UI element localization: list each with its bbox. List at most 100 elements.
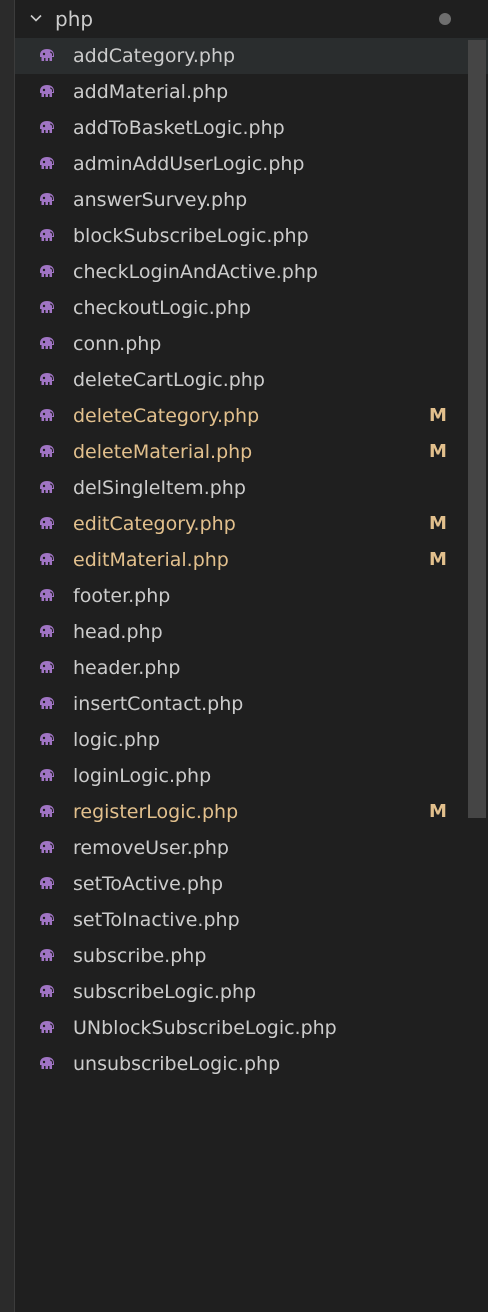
file-name: checkoutLogic.php <box>73 297 251 319</box>
git-status-badge: M <box>429 549 447 570</box>
folder-php[interactable]: php <box>15 0 488 38</box>
file-name: unsubscribeLogic.php <box>73 1053 281 1075</box>
changes-dot-icon <box>439 13 451 25</box>
php-elephant-icon <box>37 406 57 426</box>
folder-name: php <box>55 7 94 31</box>
file-name: setToActive.php <box>73 873 224 895</box>
php-elephant-icon <box>37 1018 57 1038</box>
php-elephant-icon <box>37 118 57 138</box>
file-item[interactable]: head.php <box>15 614 488 650</box>
file-name: deleteMaterial.php <box>73 441 253 463</box>
file-item[interactable]: editMaterial.php M <box>15 542 488 578</box>
file-item[interactable]: unsubscribeLogic.php <box>15 1046 488 1082</box>
file-item[interactable]: checkLoginAndActive.php <box>15 254 488 290</box>
git-status-badge: M <box>429 513 447 534</box>
file-item[interactable]: header.php <box>15 650 488 686</box>
file-item[interactable]: delSingleItem.php <box>15 470 488 506</box>
file-name: deleteCategory.php <box>73 405 260 427</box>
file-item[interactable]: deleteCategory.php M <box>15 398 488 434</box>
file-name: footer.php <box>73 585 171 607</box>
file-name: editMaterial.php <box>73 549 229 571</box>
php-elephant-icon <box>37 694 57 714</box>
file-name: UNblockSubscribeLogic.php <box>73 1017 337 1039</box>
file-item[interactable]: setToActive.php <box>15 866 488 902</box>
file-item[interactable]: adminAddUserLogic.php <box>15 146 488 182</box>
php-elephant-icon <box>37 46 57 66</box>
file-name: removeUser.php <box>73 837 229 859</box>
php-elephant-icon <box>37 334 57 354</box>
file-item[interactable]: conn.php <box>15 326 488 362</box>
file-name: adminAddUserLogic.php <box>73 153 305 175</box>
file-name: setToInactive.php <box>73 909 240 931</box>
php-elephant-icon <box>37 550 57 570</box>
git-status-badge: M <box>429 405 447 426</box>
php-elephant-icon <box>37 82 57 102</box>
php-elephant-icon <box>37 586 57 606</box>
file-name: registerLogic.php <box>73 801 239 823</box>
git-status-badge: M <box>429 441 447 462</box>
file-name: header.php <box>73 657 181 679</box>
php-elephant-icon <box>37 154 57 174</box>
file-item[interactable]: deleteCartLogic.php <box>15 362 488 398</box>
php-elephant-icon <box>37 946 57 966</box>
file-item[interactable]: setToInactive.php <box>15 902 488 938</box>
php-elephant-icon <box>37 190 57 210</box>
file-item[interactable]: editCategory.php M <box>15 506 488 542</box>
file-item[interactable]: registerLogic.php M <box>15 794 488 830</box>
file-list: addCategory.php addMaterial.php addToBaske… <box>15 38 488 1082</box>
php-elephant-icon <box>37 838 57 858</box>
file-name: addToBasketLogic.php <box>73 117 285 139</box>
php-elephant-icon <box>37 802 57 822</box>
file-name: subscribeLogic.php <box>73 981 257 1003</box>
file-item[interactable]: checkoutLogic.php <box>15 290 488 326</box>
php-elephant-icon <box>37 442 57 462</box>
file-item[interactable]: addCategory.php <box>15 38 488 74</box>
file-item[interactable]: answerSurvey.php <box>15 182 488 218</box>
file-item[interactable]: blockSubscribeLogic.php <box>15 218 488 254</box>
file-name: insertContact.php <box>73 693 244 715</box>
file-name: blockSubscribeLogic.php <box>73 225 309 247</box>
file-item[interactable]: footer.php <box>15 578 488 614</box>
php-elephant-icon <box>37 1054 57 1074</box>
php-elephant-icon <box>37 226 57 246</box>
file-item[interactable]: logic.php <box>15 722 488 758</box>
file-name: deleteCartLogic.php <box>73 369 265 391</box>
file-item[interactable]: UNblockSubscribeLogic.php <box>15 1010 488 1046</box>
file-explorer: php addCategory.php addMaterial.php addToB… <box>15 0 488 1312</box>
php-elephant-icon <box>37 982 57 1002</box>
file-item[interactable]: deleteMaterial.php M <box>15 434 488 470</box>
file-item[interactable]: loginLogic.php <box>15 758 488 794</box>
chevron-down-icon <box>30 14 42 22</box>
php-elephant-icon <box>37 262 57 282</box>
php-elephant-icon <box>37 478 57 498</box>
file-name: logic.php <box>73 729 160 751</box>
file-name: loginLogic.php <box>73 765 212 787</box>
git-status-badge: M <box>429 801 447 822</box>
file-name: editCategory.php <box>73 513 236 535</box>
php-elephant-icon <box>37 874 57 894</box>
file-item[interactable]: removeUser.php <box>15 830 488 866</box>
activity-gutter <box>0 0 14 1312</box>
file-name: delSingleItem.php <box>73 477 246 499</box>
file-name: subscribe.php <box>73 945 207 967</box>
file-item[interactable]: subscribeLogic.php <box>15 974 488 1010</box>
file-name: answerSurvey.php <box>73 189 248 211</box>
file-name: head.php <box>73 621 163 643</box>
php-elephant-icon <box>37 370 57 390</box>
php-elephant-icon <box>37 730 57 750</box>
php-elephant-icon <box>37 766 57 786</box>
php-elephant-icon <box>37 910 57 930</box>
file-item[interactable]: subscribe.php <box>15 938 488 974</box>
scrollbar-thumb[interactable] <box>468 40 486 818</box>
file-item[interactable]: insertContact.php <box>15 686 488 722</box>
php-elephant-icon <box>37 658 57 678</box>
php-elephant-icon <box>37 622 57 642</box>
file-name: checkLoginAndActive.php <box>73 261 318 283</box>
file-name: addCategory.php <box>73 45 236 67</box>
file-item[interactable]: addMaterial.php <box>15 74 488 110</box>
file-item[interactable]: addToBasketLogic.php <box>15 110 488 146</box>
php-elephant-icon <box>37 514 57 534</box>
file-name: conn.php <box>73 333 162 355</box>
php-elephant-icon <box>37 298 57 318</box>
file-name: addMaterial.php <box>73 81 229 103</box>
